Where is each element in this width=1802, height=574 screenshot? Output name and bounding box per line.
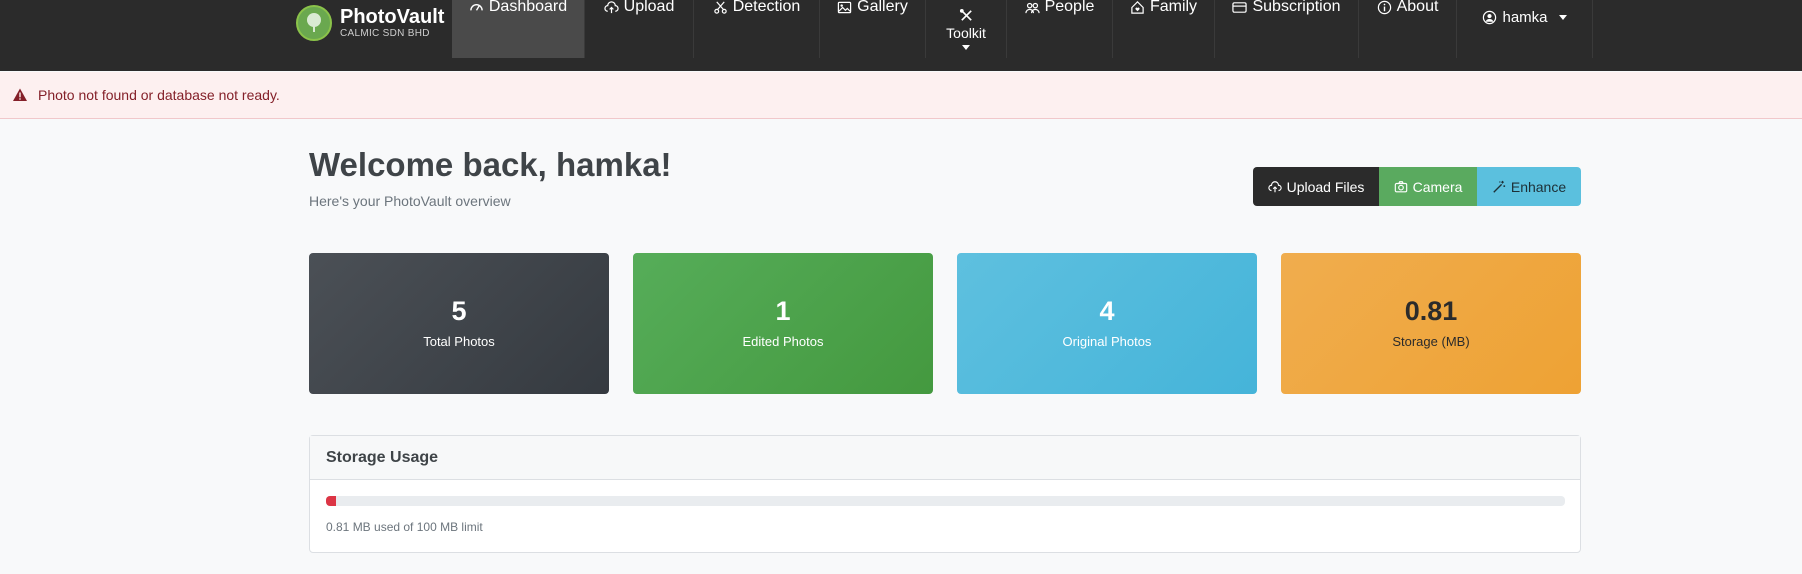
page-title: Welcome back, hamka! xyxy=(309,146,672,183)
stat-card-edited-photos: 1 Edited Photos xyxy=(633,253,933,394)
upload-files-label: Upload Files xyxy=(1286,178,1365,195)
nav-detection-label: Detection xyxy=(732,0,801,15)
nav-about-label: About xyxy=(1396,0,1439,15)
chevron-down-icon xyxy=(962,45,970,50)
nav-subscription-label: Subscription xyxy=(1252,0,1341,15)
people-icon xyxy=(1024,2,1040,13)
tree-logo-icon xyxy=(296,5,332,41)
nav-family-label: Family xyxy=(1149,0,1198,15)
nav-dashboard[interactable]: Dashboard xyxy=(452,0,585,58)
nav-about[interactable]: About xyxy=(1359,0,1457,58)
page-subtitle: Here's your PhotoVault overview xyxy=(309,193,511,209)
scissors-icon xyxy=(713,0,727,14)
brand-name: PhotoVault xyxy=(340,6,445,28)
stat-value: 0.81 xyxy=(1404,295,1458,326)
info-circle-icon xyxy=(1377,0,1391,14)
stat-label: Original Photos xyxy=(1062,333,1152,349)
nav-people-label: People xyxy=(1044,0,1095,15)
storage-progress-fill xyxy=(326,496,337,506)
warning-triangle-icon xyxy=(13,88,27,101)
stat-card-storage: 0.81 Storage (MB) xyxy=(1281,253,1581,394)
nav-gallery-label: Gallery xyxy=(857,0,908,15)
brand-subtitle: CALMIC SDN BHD xyxy=(340,28,430,39)
nav-people[interactable]: People xyxy=(1007,0,1113,58)
storage-usage-panel: Storage Usage 0.81 MB used of 100 MB lim… xyxy=(309,435,1581,553)
user-menu-dropdown[interactable]: hamka xyxy=(1457,0,1593,58)
nav-toolkit-label: Toolkit xyxy=(946,25,986,41)
stat-label: Storage (MB) xyxy=(1392,333,1470,349)
stat-value: 4 xyxy=(1099,295,1115,326)
nav-detection[interactable]: Detection xyxy=(694,0,820,58)
stat-card-original-photos: 4 Original Photos xyxy=(957,253,1257,394)
stat-value: 5 xyxy=(451,295,467,326)
stat-label: Edited Photos xyxy=(742,333,824,349)
nav-family[interactable]: Family xyxy=(1113,0,1215,58)
house-heart-icon xyxy=(1131,0,1144,14)
stat-value: 1 xyxy=(775,295,791,326)
nav-upload-label: Upload xyxy=(623,0,675,15)
camera-icon xyxy=(1394,180,1407,192)
cloud-upload-icon xyxy=(1267,180,1282,192)
action-button-group: Upload Files Camera Enhance xyxy=(1253,167,1581,206)
stat-card-total-photos: 5 Total Photos xyxy=(309,253,609,394)
alert-message: Photo not found or database not ready. xyxy=(38,87,280,103)
storage-progress-bar xyxy=(326,496,1565,506)
upload-files-button[interactable]: Upload Files xyxy=(1253,167,1379,206)
magic-wand-icon xyxy=(1493,180,1505,193)
cloud-upload-icon xyxy=(604,0,619,13)
camera-label: Camera xyxy=(1412,178,1463,195)
nav-dashboard-label: Dashboard xyxy=(488,0,568,15)
enhance-label: Enhance xyxy=(1510,178,1567,195)
user-circle-icon xyxy=(1483,10,1497,25)
nav-gallery[interactable]: Gallery xyxy=(820,0,926,58)
tools-icon xyxy=(959,8,972,21)
nav-upload[interactable]: Upload xyxy=(585,0,694,58)
error-alert: Photo not found or database not ready. xyxy=(0,72,1802,119)
stat-label: Total Photos xyxy=(423,333,495,349)
top-navbar: PhotoVault CALMIC SDN BHD Dashboard Uplo… xyxy=(0,0,1802,71)
chevron-down-icon xyxy=(1558,15,1567,20)
credit-card-icon xyxy=(1232,1,1248,13)
enhance-button[interactable]: Enhance xyxy=(1477,167,1581,206)
image-icon xyxy=(837,1,852,13)
nav-toolkit-dropdown[interactable]: Toolkit xyxy=(926,0,1007,58)
camera-button[interactable]: Camera xyxy=(1379,167,1477,206)
user-name: hamka xyxy=(1502,9,1548,26)
storage-usage-text: 0.81 MB used of 100 MB limit xyxy=(326,520,483,534)
nav-subscription[interactable]: Subscription xyxy=(1215,0,1359,58)
gauge-icon xyxy=(470,3,483,11)
storage-usage-title: Storage Usage xyxy=(310,436,1580,480)
brand[interactable]: PhotoVault CALMIC SDN BHD xyxy=(296,2,444,44)
